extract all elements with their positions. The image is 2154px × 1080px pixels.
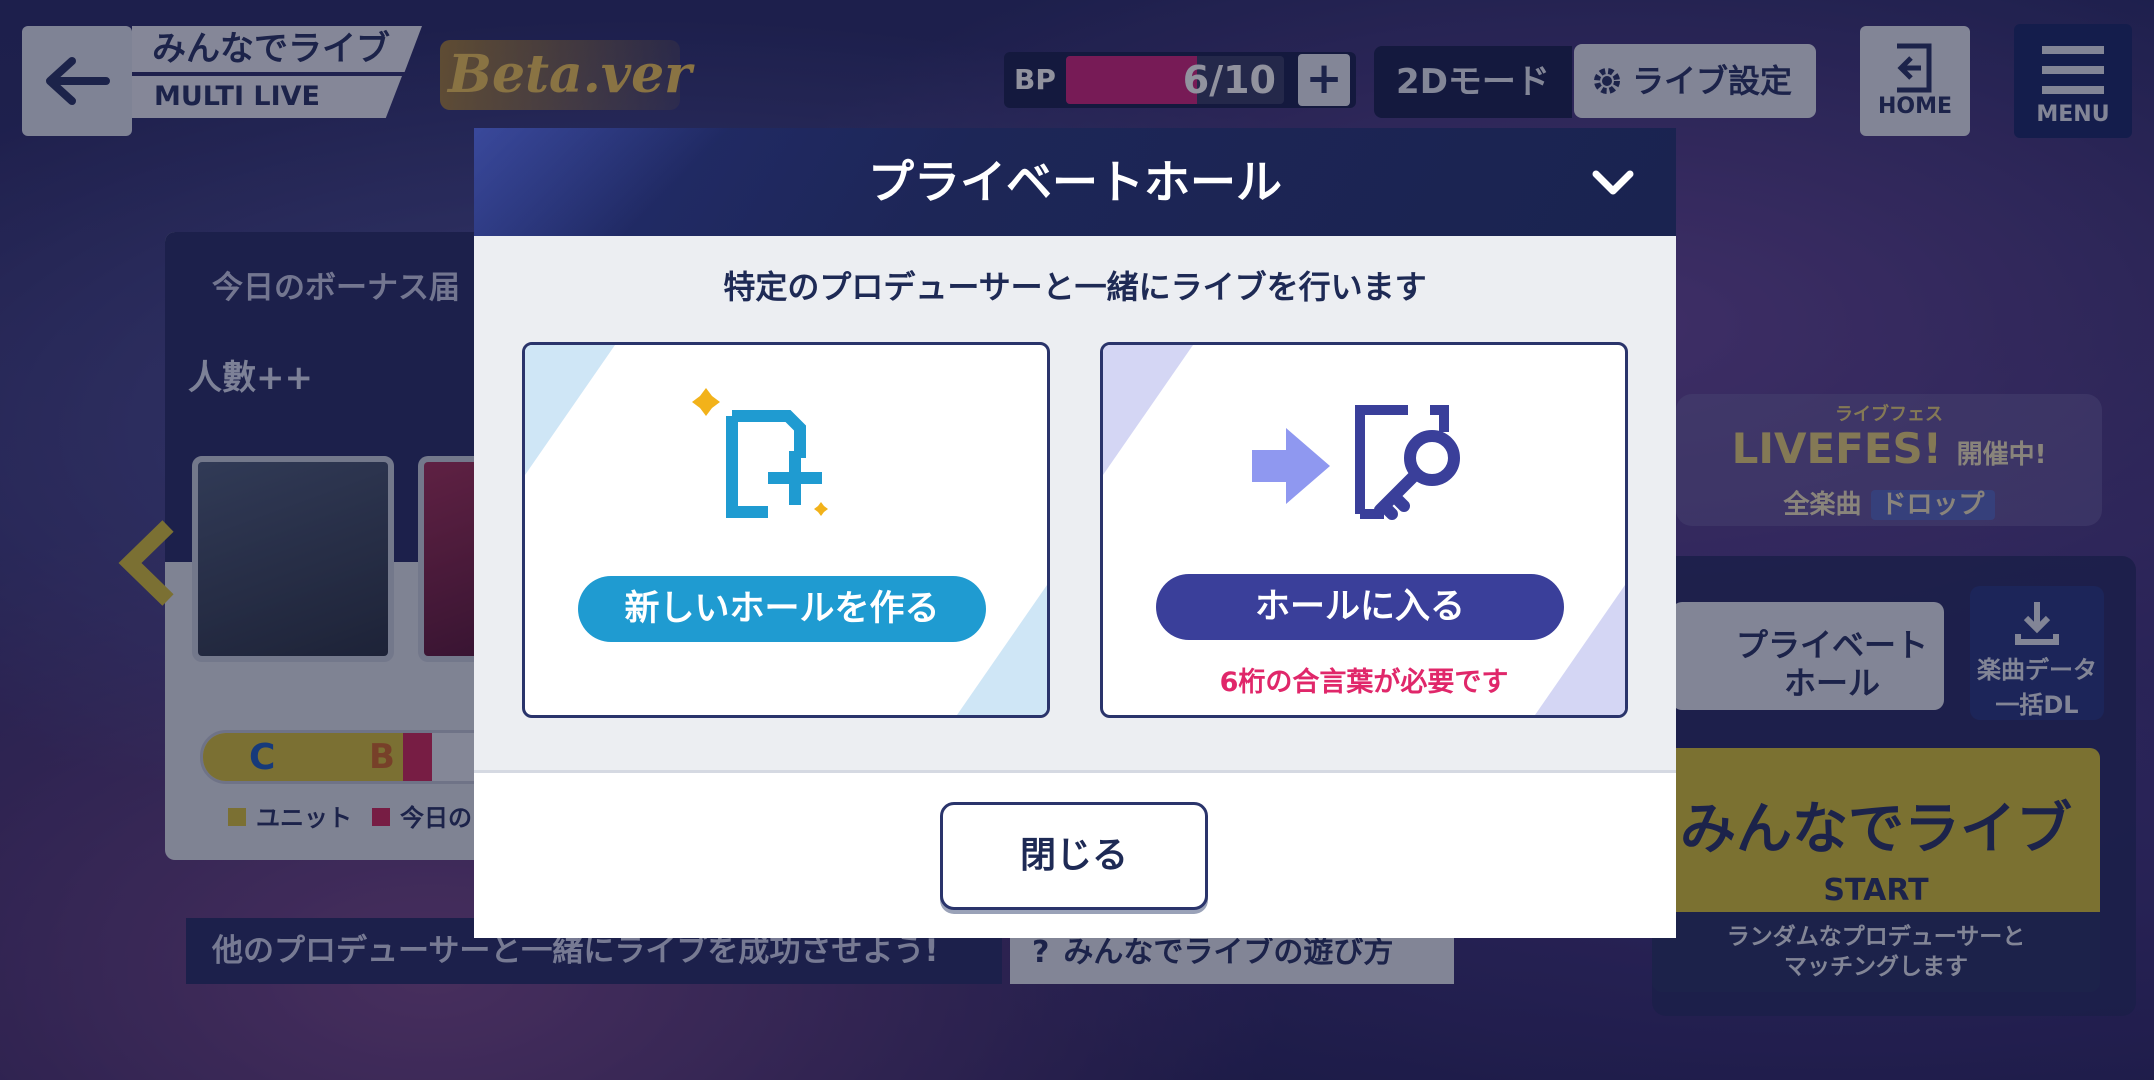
create-hall-button[interactable]: 新しいホールを作る (578, 576, 986, 642)
card-decor (525, 345, 615, 475)
new-room-plus-icon (692, 388, 828, 518)
modal-title: プライベートホール (868, 155, 1282, 209)
join-hall-button[interactable]: ホールに入る (1156, 574, 1564, 640)
join-note: 6桁の合言葉が必要です (1219, 667, 1509, 698)
arrow-key-room-icon (1252, 405, 1460, 520)
modal-description: 特定のプロデューサーと一緒にライブを行います (723, 268, 1427, 306)
chevron-down-icon[interactable] (1588, 158, 1638, 208)
card-decor (1103, 345, 1193, 475)
close-button[interactable]: 閉じる (940, 802, 1208, 910)
